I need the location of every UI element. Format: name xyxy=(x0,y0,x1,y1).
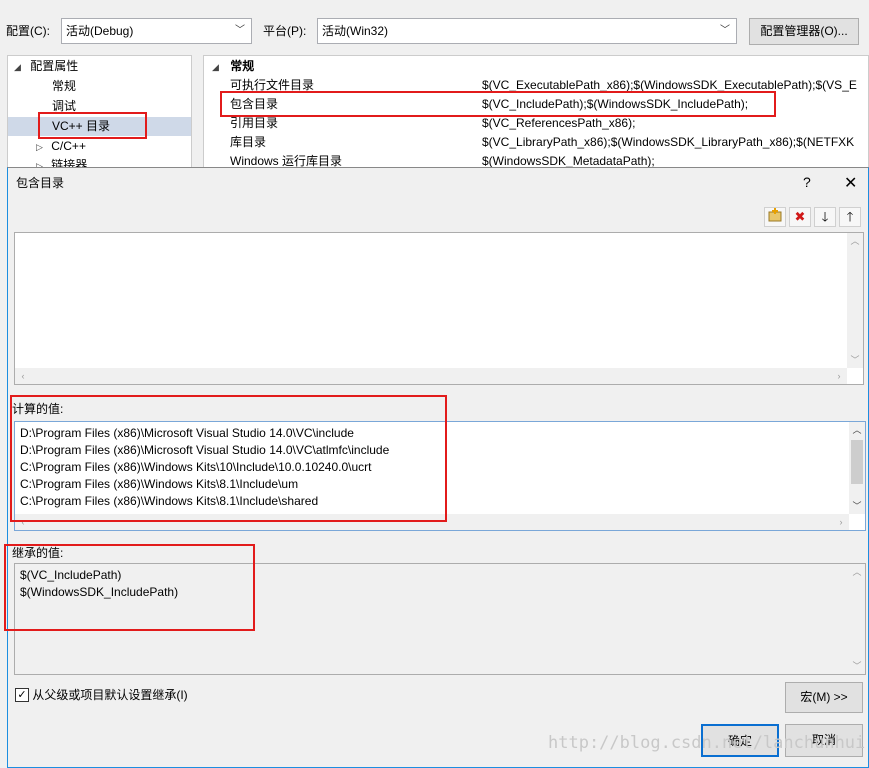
horizontal-scrollbar[interactable]: ‹ › xyxy=(15,368,847,384)
grid-section-general[interactable]: ◢ 常规 xyxy=(204,57,868,76)
include-dirs-dialog: 包含目录 ? ✕ ✖ 🡓 🡑 ︿ ﹀ ‹ › 计算的值: D:\Program … xyxy=(4,167,869,768)
scroll-down-icon[interactable]: ﹀ xyxy=(847,352,863,368)
tree-item-general[interactable]: 常规 xyxy=(8,77,191,96)
tree-root[interactable]: ◢ 配置属性 xyxy=(8,57,191,76)
chevron-down-icon: ﹀ xyxy=(720,25,730,36)
move-up-icon[interactable]: 🡑 xyxy=(839,207,861,227)
move-down-icon[interactable]: 🡓 xyxy=(814,207,836,227)
platform-combo[interactable]: 活动(Win32) ﹀ xyxy=(317,18,737,44)
tree-item-cpp[interactable]: ▷ C/C++ xyxy=(8,137,191,156)
delete-line-icon[interactable]: ✖ xyxy=(789,207,811,227)
chevron-down-icon: ﹀ xyxy=(235,25,245,36)
config-label: 配置(C): xyxy=(6,24,50,38)
config-value: 活动(Debug) xyxy=(66,24,134,38)
scroll-right-icon[interactable]: › xyxy=(831,368,847,384)
inherit-checkbox-row[interactable]: ✓ 从父级或项目默认设置继承(I) xyxy=(15,686,188,702)
scroll-up-icon[interactable]: ︿ xyxy=(847,233,863,249)
vertical-scrollbar[interactable]: ︿ ﹀ xyxy=(847,233,863,368)
highlight-box-computed xyxy=(10,395,447,522)
scroll-up-icon[interactable]: ︿ xyxy=(849,564,865,580)
macro-button[interactable]: 宏(M) >> xyxy=(785,682,863,713)
collapse-icon: ◢ xyxy=(14,62,21,72)
platform-label: 平台(P): xyxy=(263,24,307,38)
highlight-box-tree xyxy=(38,112,147,139)
vertical-scrollbar[interactable]: ︿ ﹀ xyxy=(849,564,865,674)
grid-row[interactable]: 库目录 $(VC_LibraryPath_x86);$(WindowsSDK_L… xyxy=(204,133,868,152)
dialog-title: 包含目录 xyxy=(16,176,65,190)
config-combo[interactable]: 活动(Debug) ﹀ xyxy=(61,18,252,44)
close-icon[interactable]: ✕ xyxy=(844,173,857,193)
scroll-left-icon[interactable]: ‹ xyxy=(15,368,31,384)
expand-icon: ▷ xyxy=(36,142,43,152)
inherit-checkbox-label: 从父级或项目默认设置继承(I) xyxy=(32,687,188,702)
platform-value: 活动(Win32) xyxy=(322,24,389,38)
scroll-up-icon[interactable]: ︿ xyxy=(849,422,865,438)
scroll-thumb[interactable] xyxy=(851,440,863,484)
new-line-icon[interactable] xyxy=(764,207,786,227)
collapse-icon: ◢ xyxy=(212,62,219,72)
help-icon[interactable]: ? xyxy=(803,174,811,190)
vertical-scrollbar[interactable]: ︿ ﹀ xyxy=(849,422,865,514)
config-manager-button[interactable]: 配置管理器(O)... xyxy=(749,18,859,45)
watermark-text: http://blog.csdn.net/lanchunhui xyxy=(548,733,866,753)
highlight-box-inherited xyxy=(4,544,255,631)
scroll-down-icon[interactable]: ﹀ xyxy=(849,658,865,674)
directory-edit-list[interactable]: ︿ ﹀ ‹ › xyxy=(14,232,864,385)
inherit-checkbox[interactable]: ✓ xyxy=(15,687,29,702)
scroll-down-icon[interactable]: ﹀ xyxy=(849,498,865,514)
scroll-right-icon[interactable]: › xyxy=(833,514,849,530)
highlight-box-grid xyxy=(220,91,776,117)
